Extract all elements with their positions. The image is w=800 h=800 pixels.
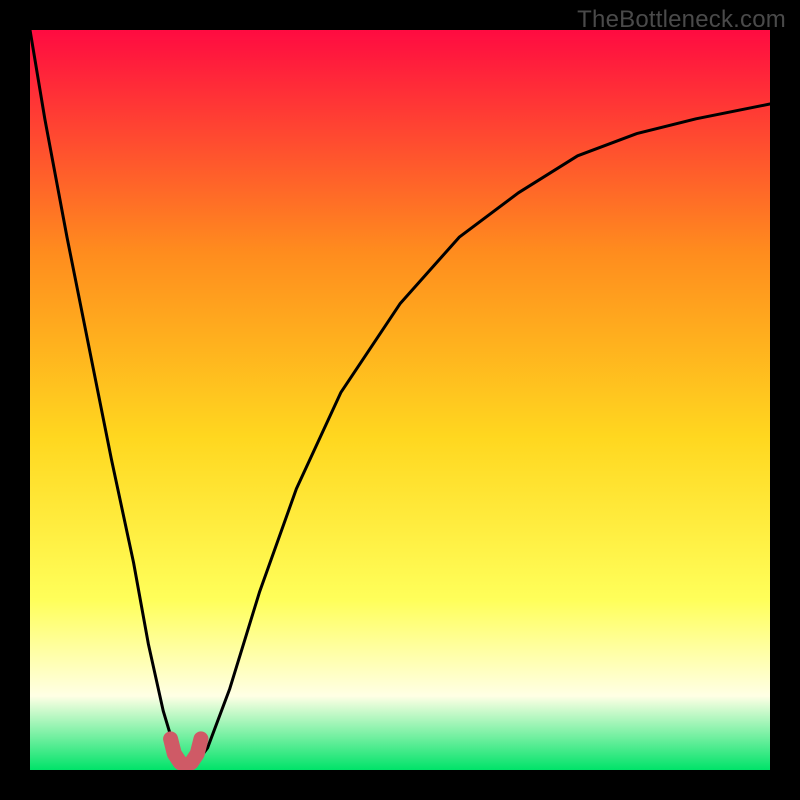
chart-svg <box>30 30 770 770</box>
chart-background <box>30 30 770 770</box>
chart-outer-frame: TheBottleneck.com <box>0 0 800 800</box>
watermark: TheBottleneck.com <box>577 6 786 34</box>
chart-area <box>30 30 770 770</box>
